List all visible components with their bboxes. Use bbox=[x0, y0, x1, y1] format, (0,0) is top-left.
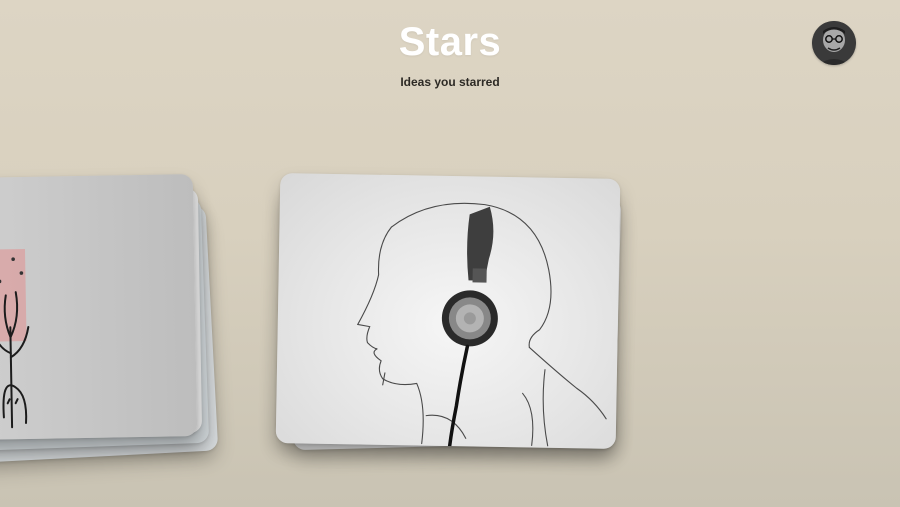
starred-idea-stack-left[interactable] bbox=[0, 170, 220, 464]
page-header: Stars Ideas you starred bbox=[0, 18, 900, 89]
user-avatar-icon bbox=[812, 21, 856, 65]
user-avatar-button[interactable] bbox=[812, 21, 856, 65]
tree-figure-sketch-icon bbox=[0, 248, 30, 429]
head-with-headphones-sketch-icon bbox=[356, 202, 607, 448]
starred-idea-stack-center[interactable] bbox=[270, 168, 630, 468]
stack-card-front bbox=[275, 173, 621, 449]
page-subtitle: Ideas you starred bbox=[400, 75, 500, 89]
stack-card-front bbox=[0, 174, 198, 440]
page-title: Stars bbox=[398, 20, 502, 64]
